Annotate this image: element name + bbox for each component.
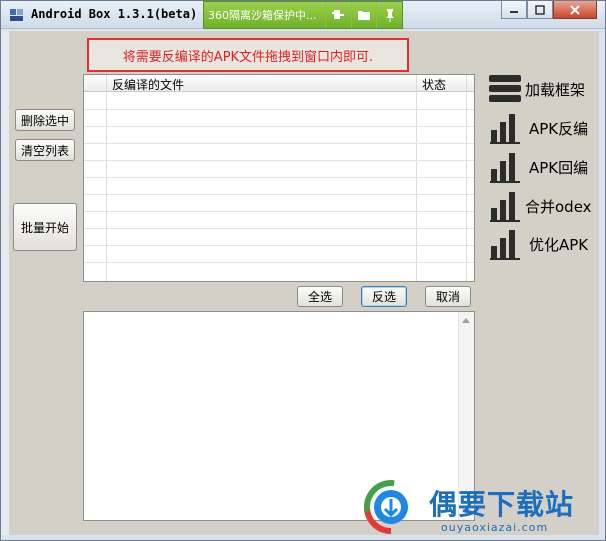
minimize-icon	[510, 10, 518, 13]
table-row	[84, 126, 474, 127]
sandbox-status-text: 360隔离沙箱保护中...	[208, 9, 317, 22]
table-row	[84, 143, 474, 144]
sandbox-status-bar: 360隔离沙箱保护中...	[203, 1, 403, 29]
table-row	[84, 160, 474, 161]
window-controls	[501, 1, 597, 19]
drag-drop-hint: 将需要反编译的APK文件拖拽到窗口内即可.	[87, 38, 409, 72]
table-row	[84, 245, 474, 246]
sandbox-pin-icon[interactable]	[376, 2, 402, 28]
close-icon	[570, 4, 580, 15]
bars-icon	[489, 190, 521, 222]
file-list-table[interactable]: 反编译的文件 状态	[83, 74, 475, 282]
action-panel	[481, 31, 599, 535]
apk-decompile-button[interactable]: APK反编	[489, 112, 591, 144]
sandbox-folder-icon[interactable]	[350, 2, 377, 28]
column-divider	[416, 75, 417, 281]
minimize-button[interactable]	[501, 1, 527, 19]
invert-selection-button[interactable]: 反选	[361, 286, 407, 307]
window-left-edge	[1, 31, 9, 535]
action-label: 优化APK	[529, 235, 589, 254]
cancel-button[interactable]: 取消	[425, 286, 471, 307]
action-label: APK反编	[529, 119, 589, 138]
menu-icon	[489, 73, 521, 105]
table-row	[84, 177, 474, 178]
table-row	[84, 109, 474, 110]
delete-selected-button[interactable]: 删除选中	[15, 109, 75, 131]
watermark-url: ouyaoxiazai.com	[441, 521, 549, 534]
maximize-icon	[535, 4, 545, 15]
table-row	[84, 211, 474, 212]
sandbox-chip-icon[interactable]	[324, 2, 351, 28]
batch-start-button[interactable]: 批量开始	[13, 203, 77, 251]
apk-recompile-button[interactable]: APK回编	[489, 151, 591, 183]
title-bar[interactable]: Android Box 1.3.1(beta) - 360隔离沙箱保护中...	[1, 1, 605, 29]
column-divider	[466, 75, 467, 281]
table-row	[84, 262, 474, 263]
watermark-logo-icon	[364, 479, 418, 534]
merge-odex-button[interactable]: 合并odex	[489, 190, 592, 222]
action-label: 加载框架	[525, 80, 586, 99]
optimize-apk-button[interactable]: 优化APK	[489, 228, 591, 260]
table-row	[84, 228, 474, 229]
watermark-site-name: 偶要下载站	[429, 488, 575, 521]
bars-icon	[489, 228, 521, 260]
column-header-status[interactable]: 状态	[422, 76, 446, 93]
load-framework-button[interactable]: 加载框架	[489, 73, 591, 105]
window-title: Android Box 1.3.1(beta) -	[31, 7, 212, 21]
table-row	[84, 194, 474, 195]
app-icon	[10, 9, 23, 21]
column-header-file[interactable]: 反编译的文件	[112, 76, 184, 93]
bars-icon	[489, 151, 521, 183]
action-label: 合并odex	[525, 197, 592, 216]
maximize-button[interactable]	[527, 1, 553, 19]
action-label: APK回编	[529, 158, 589, 177]
clear-list-button[interactable]: 清空列表	[15, 139, 75, 161]
select-all-button[interactable]: 全选	[297, 286, 343, 307]
scroll-up-icon[interactable]	[462, 318, 470, 323]
column-divider	[106, 75, 107, 281]
close-button[interactable]	[553, 1, 597, 19]
app-window: Android Box 1.3.1(beta) - 360隔离沙箱保护中...	[0, 0, 606, 541]
bars-icon	[489, 112, 521, 144]
